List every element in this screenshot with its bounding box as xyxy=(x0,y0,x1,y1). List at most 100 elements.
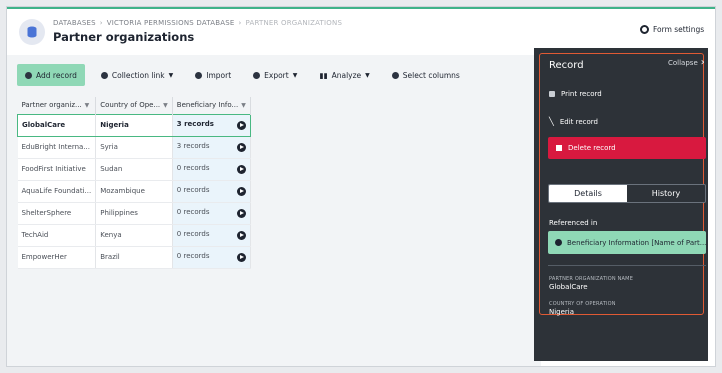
divider xyxy=(548,265,706,266)
chevron-right-icon: › xyxy=(99,19,103,27)
caret-down-icon: ▼ xyxy=(292,71,298,79)
export-icon xyxy=(253,71,261,79)
filter-icon[interactable]: ▼ xyxy=(163,102,168,109)
filter-icon[interactable]: ▼ xyxy=(85,102,90,109)
form-settings-button[interactable]: Form settings xyxy=(640,25,704,34)
table-cell[interactable]: 0 records xyxy=(172,246,251,269)
add-record-label: Add record xyxy=(36,70,77,80)
caret-down-icon: ▼ xyxy=(365,71,370,79)
column-header[interactable]: Country of Ope... ▼ xyxy=(95,97,173,114)
breadcrumb-current: PARTNER ORGANIZATIONS xyxy=(245,19,343,27)
reference-link[interactable]: Beneficiary Information [Name of Part... xyxy=(548,231,706,254)
open-record-icon[interactable] xyxy=(236,253,246,262)
collapse-label: Collapse xyxy=(668,58,698,67)
caret-down-icon: ▼ xyxy=(168,71,174,79)
table-cell[interactable]: GlobalCare xyxy=(16,113,97,137)
chevron-right-icon: › xyxy=(238,19,242,27)
collection-link-label: Collection link xyxy=(111,70,165,80)
open-record-icon[interactable] xyxy=(236,209,246,218)
records-table: Partner organiz... ▼ Country of Ope... ▼ B… xyxy=(16,97,251,269)
field-label-country: COUNTRY OF OPERATION xyxy=(549,301,616,307)
field-value-country: Nigeria xyxy=(549,308,575,316)
columns-icon xyxy=(391,71,399,79)
table-cell[interactable]: EmpowerHer xyxy=(17,246,97,269)
database-icon xyxy=(19,19,45,45)
collection-link-button[interactable]: Collection link ▼ xyxy=(95,64,179,86)
table-cell[interactable]: 3 records xyxy=(172,113,251,137)
table-cell[interactable]: 0 records xyxy=(172,224,251,247)
table-cell[interactable]: FoodFirst Initiative xyxy=(17,158,97,181)
analyze-label: Analyze xyxy=(331,70,362,80)
table-cell[interactable]: AquaLife Foundati... xyxy=(17,180,97,203)
table-cell[interactable]: 0 records xyxy=(172,202,251,225)
pencil-icon: ╲ xyxy=(549,117,554,126)
table-cell[interactable]: EduBright Interna... xyxy=(17,136,97,159)
open-record-icon[interactable] xyxy=(236,121,246,130)
table-cell[interactable]: Nigeria xyxy=(95,113,173,137)
breadcrumb-databases[interactable]: DATABASES xyxy=(53,19,96,27)
tab-details[interactable]: Details xyxy=(549,185,627,202)
import-label: Import xyxy=(206,70,232,80)
delete-record-label: Delete record xyxy=(568,144,616,152)
table-row[interactable]: EmpowerHer Brazil 0 records xyxy=(17,246,251,269)
tab-history[interactable]: History xyxy=(627,185,705,202)
column-header[interactable]: Partner organiz... ▼ xyxy=(17,97,97,114)
field-value-organization: GlobalCare xyxy=(549,283,588,291)
chevron-right-icon: › xyxy=(700,57,705,68)
table-cell[interactable]: TechAid xyxy=(17,224,97,247)
delete-record-button[interactable]: Delete record xyxy=(548,137,706,159)
table-icon xyxy=(555,239,562,246)
analyze-button[interactable]: ▮▮ Analyze ▼ xyxy=(313,64,375,86)
export-button[interactable]: Export ▼ xyxy=(247,64,303,86)
table-cell[interactable]: 0 records xyxy=(172,180,251,203)
select-columns-button[interactable]: Select columns xyxy=(386,64,466,86)
table-cell[interactable]: Syria xyxy=(95,136,173,159)
print-record-button[interactable]: Print record xyxy=(549,90,602,98)
breadcrumb: DATABASES › VICTORIA PERMISSIONS DATABAS… xyxy=(53,19,342,27)
table-cell[interactable]: Philippines xyxy=(95,202,173,225)
page-title: Partner organizations xyxy=(53,30,195,44)
table-row[interactable]: EduBright Interna... Syria 3 records xyxy=(17,136,251,159)
toolbar: Add record Collection link ▼ Import Expo… xyxy=(7,63,541,87)
open-record-icon[interactable] xyxy=(236,165,246,174)
add-record-button[interactable]: Add record xyxy=(17,64,85,86)
select-columns-label: Select columns xyxy=(402,70,460,80)
filter-icon[interactable]: ▼ xyxy=(241,102,246,109)
plus-icon xyxy=(25,71,32,79)
table-cell[interactable]: Kenya xyxy=(95,224,173,247)
import-icon xyxy=(195,71,203,79)
table-cell[interactable]: ShelterSphere xyxy=(17,202,97,225)
printer-icon xyxy=(549,91,555,97)
print-record-label: Print record xyxy=(561,90,602,98)
referenced-in-heading: Referenced in xyxy=(549,219,598,227)
record-panel-title: Record xyxy=(549,60,584,71)
trash-icon xyxy=(556,145,562,151)
table-cell[interactable]: Sudan xyxy=(95,158,173,181)
reference-label: Beneficiary Information [Name of Part... xyxy=(567,238,706,247)
open-record-icon[interactable] xyxy=(236,231,246,240)
table-cell[interactable]: 0 records xyxy=(172,158,251,181)
column-header[interactable]: Beneficiary Info... ▼ xyxy=(172,97,251,114)
import-button[interactable]: Import xyxy=(189,64,237,86)
export-label: Export xyxy=(264,70,289,80)
breadcrumb-database[interactable]: VICTORIA PERMISSIONS DATABASE xyxy=(107,19,235,27)
field-label-organization: PARTNER ORGANIZATION NAME xyxy=(549,276,634,282)
edit-record-button[interactable]: ╲ Edit record xyxy=(549,117,598,126)
table-cell[interactable]: Brazil xyxy=(95,246,173,269)
table-cell[interactable]: Mozambique xyxy=(95,180,173,203)
open-record-icon[interactable] xyxy=(236,187,246,196)
table-row[interactable]: AquaLife Foundati... Mozambique 0 record… xyxy=(17,180,251,203)
collapse-button[interactable]: Collapse › xyxy=(668,57,705,68)
table-row[interactable]: FoodFirst Initiative Sudan 0 records xyxy=(17,158,251,181)
table-row[interactable]: GlobalCare Nigeria 3 records xyxy=(16,113,251,137)
link-icon xyxy=(100,71,108,79)
record-tabs: Details History xyxy=(548,184,706,203)
table-row[interactable]: TechAid Kenya 0 records xyxy=(17,224,251,247)
table-cell[interactable]: 3 records xyxy=(172,136,251,159)
bar-chart-icon: ▮▮ xyxy=(319,70,328,80)
table-row[interactable]: ShelterSphere Philippines 0 records xyxy=(17,202,251,225)
table-header-row: Partner organiz... ▼ Country of Ope... ▼ B… xyxy=(17,97,251,114)
gear-icon xyxy=(640,25,649,34)
open-record-icon[interactable] xyxy=(236,143,246,152)
top-accent-line xyxy=(7,7,715,9)
